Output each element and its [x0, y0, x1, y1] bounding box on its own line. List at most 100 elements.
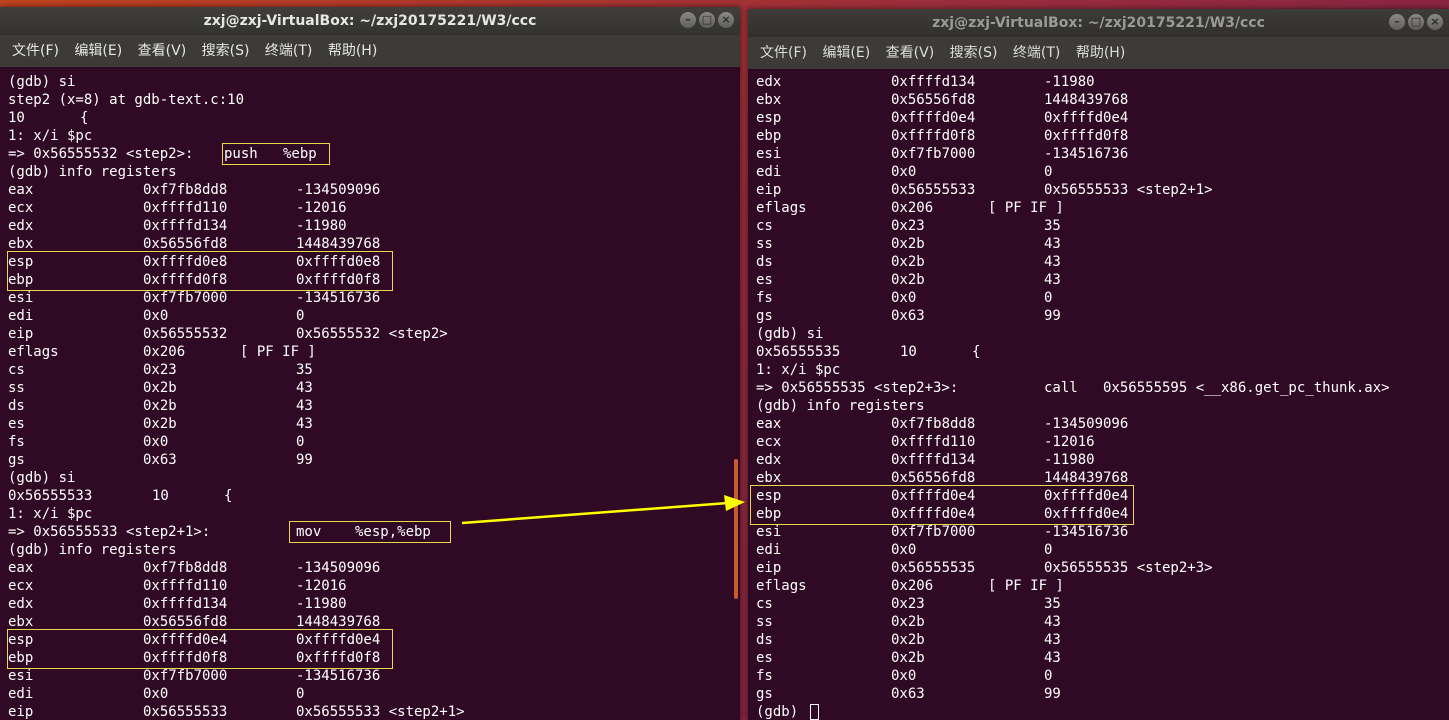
menu-search[interactable]: 搜索(S) — [202, 43, 250, 59]
line-field: 43 — [1044, 650, 1061, 666]
line-field: 35 — [296, 362, 313, 378]
line-text: 1: x/i $pc — [8, 128, 93, 144]
line-field: 0 — [296, 686, 305, 702]
minimize-icon[interactable]: – — [1389, 14, 1405, 30]
close-icon[interactable]: × — [1427, 14, 1443, 30]
menu-help[interactable]: 帮助(H) — [328, 43, 377, 59]
line-field: 0xffffd0e4 — [1044, 110, 1129, 126]
line-field: -134516736 — [296, 668, 381, 684]
line-text: eax — [8, 182, 34, 198]
menu-edit[interactable]: 编辑(E) — [822, 45, 870, 61]
line-text: gs — [756, 686, 773, 702]
line-field: 0x2b — [143, 398, 177, 414]
menu-terminal[interactable]: 终端(T) — [265, 43, 312, 59]
menu-file[interactable]: 文件(F) — [760, 45, 807, 61]
line-field: -12016 — [1044, 434, 1095, 450]
line-field: 99 — [1044, 308, 1061, 324]
line-field: 0 — [1044, 542, 1053, 558]
line-field: 0xffffd110 — [891, 434, 976, 450]
line-field: { — [80, 110, 89, 126]
line-text: => 0x56555535 <step2+3>: — [756, 380, 959, 396]
line-field: 0xf7fb7000 — [891, 146, 976, 162]
menu-terminal[interactable]: 终端(T) — [1013, 45, 1060, 61]
line-text: gs — [8, 452, 25, 468]
line-text: ds — [756, 632, 773, 648]
line-field: 0x56555535 <step2+3> — [1044, 560, 1213, 576]
maximize-icon[interactable]: □ — [1408, 14, 1424, 30]
line-text: (gdb) info registers — [8, 542, 177, 558]
line-field: 0x23 — [891, 218, 925, 234]
line-text: edi — [8, 686, 34, 702]
line-field: 0x206 — [891, 578, 934, 594]
line-field: 0x2b — [891, 632, 925, 648]
line-text: eax — [8, 560, 34, 576]
terminal-window-left[interactable]: zxj@zxj-VirtualBox: ~/zxj20175221/W3/ccc… — [0, 7, 740, 720]
line-text: edx — [8, 596, 34, 612]
line-field: -134509096 — [1044, 416, 1129, 432]
line-text: ebx — [756, 92, 782, 108]
terminal-output[interactable]: edx 0xffffd134 -11980 ebx 0x56556fd8 14484397… — [748, 69, 1449, 720]
window-titlebar[interactable]: zxj@zxj-VirtualBox: ~/zxj20175221/W3/ccc… — [748, 9, 1449, 37]
line-field: 0xffffd134 — [143, 218, 228, 234]
line-text: es — [8, 416, 25, 432]
line-field: 43 — [1044, 272, 1061, 288]
line-field: -11980 — [1044, 74, 1095, 90]
line-field: 0xffffd134 — [143, 596, 228, 612]
line-text: esi — [8, 290, 34, 306]
line-field: -11980 — [1044, 452, 1095, 468]
terminal-window-right[interactable]: zxj@zxj-VirtualBox: ~/zxj20175221/W3/ccc… — [748, 9, 1449, 720]
line-field: 0x63 — [891, 308, 925, 324]
line-text: (gdb) si — [8, 470, 76, 486]
line-field: 35 — [1044, 596, 1061, 612]
line-field: 0xffffd0f8 — [1044, 128, 1129, 144]
line-field: 0xf7fb8dd8 — [143, 182, 228, 198]
line-text: esi — [8, 668, 34, 684]
line-text: (gdb) si — [756, 326, 824, 342]
line-field: 0x2b — [143, 416, 177, 432]
line-text: (gdb) — [756, 704, 799, 720]
line-field: 0x0 — [891, 290, 917, 306]
line-field: 0x2b — [891, 614, 925, 630]
menu-view[interactable]: 查看(V) — [138, 43, 187, 59]
line-field: 0x56555533 <step2+1> — [296, 704, 465, 720]
line-field: 0x0 — [891, 542, 917, 558]
minimize-icon[interactable]: – — [680, 12, 696, 28]
menu-bar: 文件(F) 编辑(E) 查看(V) 搜索(S) 终端(T) 帮助(H) — [0, 35, 740, 67]
line-field: -134509096 — [296, 560, 381, 576]
line-field: 99 — [296, 452, 313, 468]
line-field: 0x2b — [891, 272, 925, 288]
line-field: 0 — [296, 434, 305, 450]
menu-file[interactable]: 文件(F) — [12, 43, 59, 59]
line-field: 0x56555535 — [891, 560, 976, 576]
maximize-icon[interactable]: □ — [699, 12, 715, 28]
line-field: 0x56555533 <step2+1> — [1044, 182, 1213, 198]
line-field: 0xffffd110 — [143, 200, 228, 216]
line-field: 0x0 — [143, 308, 169, 324]
window-title: zxj@zxj-VirtualBox: ~/zxj20175221/W3/ccc — [203, 13, 537, 29]
line-text: esi — [756, 524, 782, 540]
line-text: 10 — [8, 110, 25, 126]
line-field: 0x63 — [891, 686, 925, 702]
terminal-output[interactable]: (gdb) si step2 (x=8) at gdb-text.c:10 10 {1… — [0, 67, 740, 720]
menu-view[interactable]: 查看(V) — [886, 45, 935, 61]
highlight-box — [750, 485, 1134, 525]
menu-edit[interactable]: 编辑(E) — [74, 43, 122, 59]
scrollbar[interactable] — [734, 459, 738, 599]
line-field: 35 — [1044, 218, 1061, 234]
line-text: cs — [756, 596, 773, 612]
line-field: 0xf7fb7000 — [143, 290, 228, 306]
menu-search[interactable]: 搜索(S) — [950, 45, 998, 61]
line-text: cs — [8, 362, 25, 378]
line-field: -12016 — [296, 200, 347, 216]
line-field: 0xf7fb8dd8 — [143, 560, 228, 576]
line-field: 0x56555533 — [891, 182, 976, 198]
line-text: ebp — [756, 128, 782, 144]
line-text: eflags — [756, 200, 807, 216]
line-field: 0 — [1044, 164, 1053, 180]
line-text: eflags — [8, 344, 59, 360]
window-titlebar[interactable]: zxj@zxj-VirtualBox: ~/zxj20175221/W3/ccc… — [0, 7, 740, 35]
close-icon[interactable]: × — [718, 12, 734, 28]
line-field: 43 — [296, 380, 313, 396]
line-text: edi — [756, 164, 782, 180]
menu-help[interactable]: 帮助(H) — [1076, 45, 1125, 61]
